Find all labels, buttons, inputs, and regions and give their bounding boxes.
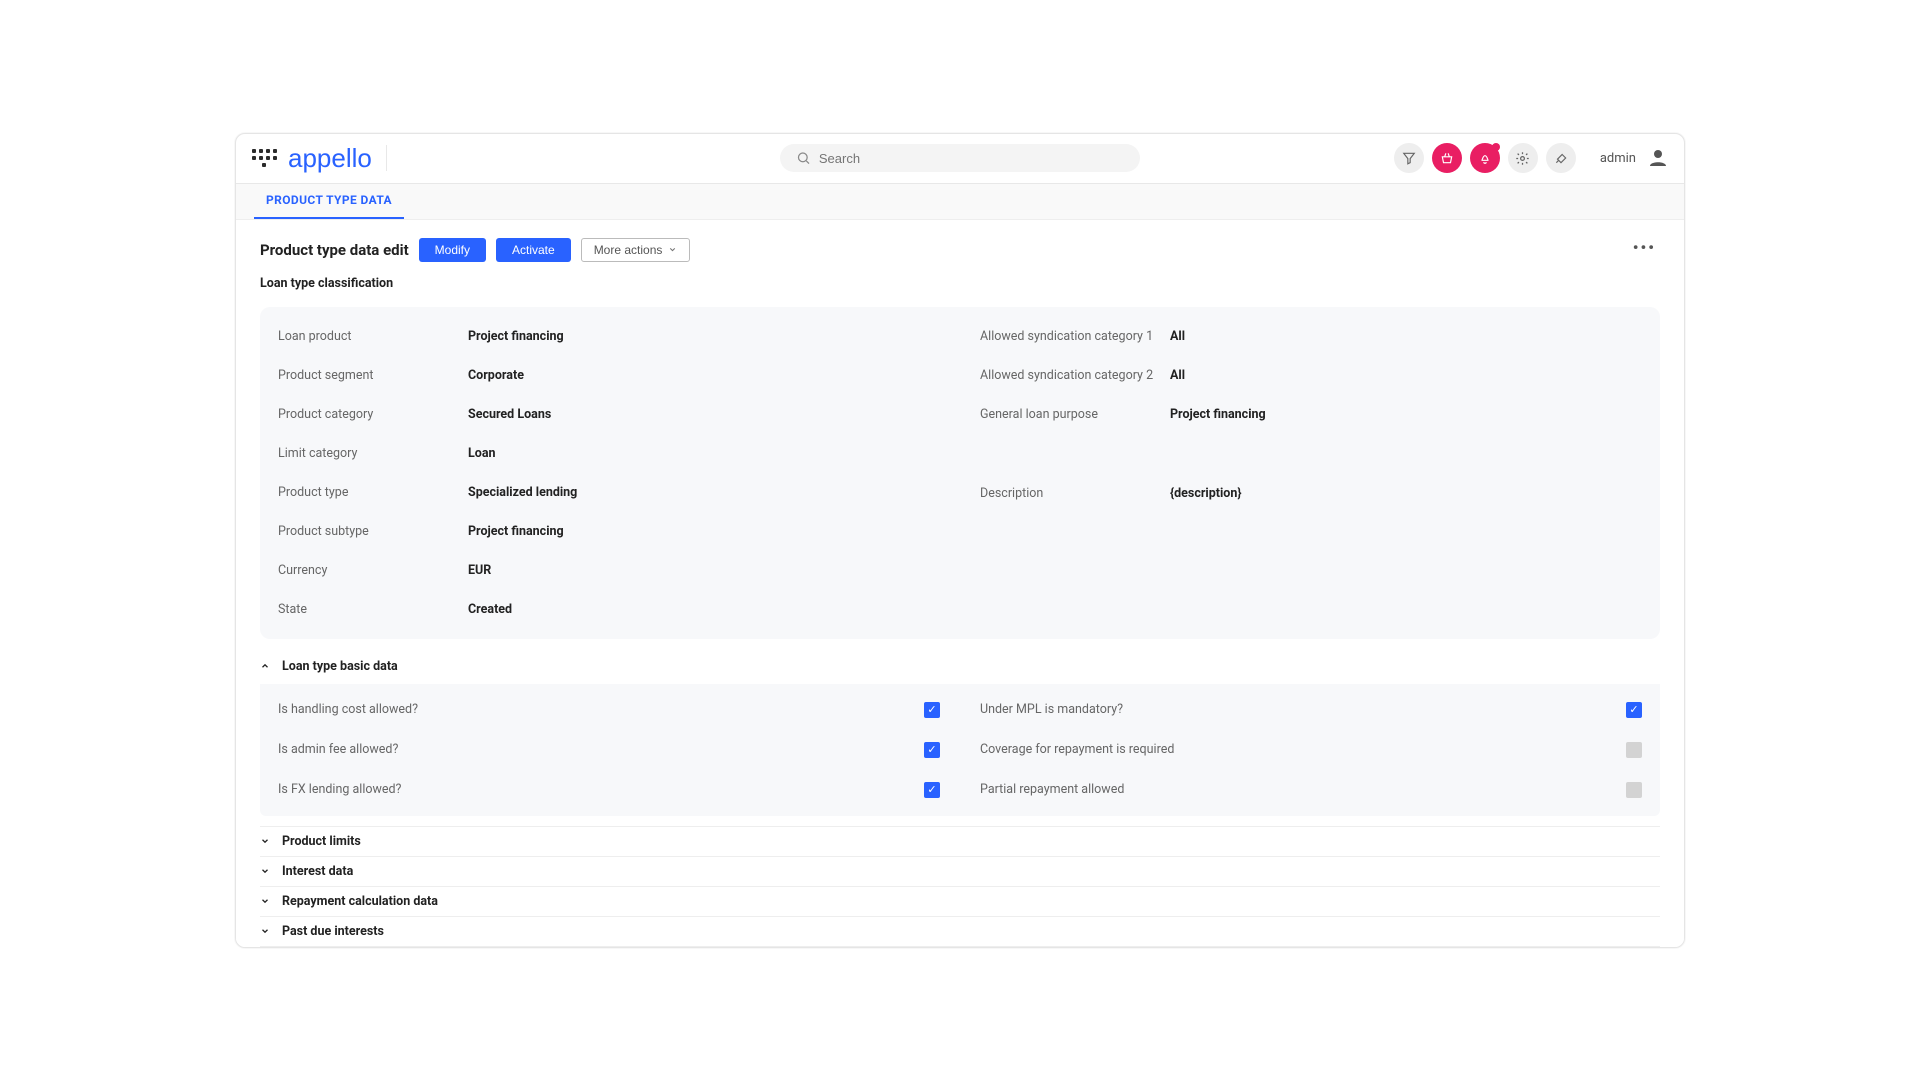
field-value: Specialized lending: [468, 485, 577, 500]
search-input[interactable]: [819, 151, 1124, 166]
tools-icon[interactable]: [1546, 143, 1576, 173]
field-row: StateCreated: [278, 602, 940, 617]
avatar-icon[interactable]: [1646, 146, 1670, 170]
field-label: Product category: [278, 407, 468, 422]
field-row: Product subtypeProject financing: [278, 524, 940, 539]
accordion-basic-data[interactable]: Loan type basic data: [260, 655, 1660, 678]
accordion-item[interactable]: Repayment calculation data: [260, 886, 1660, 916]
checkbox[interactable]: [1626, 742, 1642, 758]
chevron-down-icon: [260, 836, 272, 846]
accordion-basic-heading: Loan type basic data: [282, 659, 398, 674]
check-row: Coverage for repayment is required: [980, 742, 1642, 758]
field-value: Project financing: [468, 329, 564, 344]
accordion-item[interactable]: Interest data: [260, 856, 1660, 886]
field-value: Created: [468, 602, 512, 617]
field-label: Is handling cost allowed?: [278, 702, 924, 717]
activate-button[interactable]: Activate: [496, 238, 571, 262]
more-menu-icon[interactable]: •••: [1633, 238, 1656, 257]
accordion-item[interactable]: Past due interests: [260, 916, 1660, 946]
checkbox[interactable]: ✓: [1626, 702, 1642, 718]
more-actions-label: More actions: [594, 243, 663, 257]
field-label: Allowed syndication category 1: [980, 329, 1170, 344]
chevron-down-icon: [668, 245, 677, 254]
field-row: Product typeSpecialized lending: [278, 485, 940, 500]
field-row: Product categorySecured Loans: [278, 407, 940, 422]
field-value: All: [1170, 329, 1185, 344]
field-value: All: [1170, 368, 1185, 383]
field-label: Product segment: [278, 368, 468, 383]
accordion-label: Interest data: [282, 864, 353, 879]
field-label: State: [278, 602, 468, 617]
search-input-wrap[interactable]: [780, 144, 1140, 172]
field-label: Under MPL is mandatory?: [980, 702, 1626, 717]
check-row: Is FX lending allowed?✓: [278, 782, 940, 798]
field-label: Product type: [278, 485, 468, 500]
bell-icon[interactable]: [1470, 143, 1500, 173]
field-row: CurrencyEUR: [278, 563, 940, 578]
chevron-down-icon: [260, 866, 272, 876]
page-title: Product type data edit: [260, 241, 409, 259]
field-label: Product subtype: [278, 524, 468, 539]
basket-icon[interactable]: [1432, 143, 1462, 173]
accordion-item[interactable]: Product limits: [260, 826, 1660, 856]
field-label: Description: [980, 486, 1170, 501]
checkbox[interactable]: [1626, 782, 1642, 798]
field-value: EUR: [468, 563, 491, 578]
field-value: Project financing: [1170, 407, 1266, 422]
field-row: Allowed syndication category 2All: [980, 368, 1642, 383]
field-label: Limit category: [278, 446, 468, 461]
field-row: Allowed syndication category 1All: [980, 329, 1642, 344]
field-label: General loan purpose: [980, 407, 1170, 422]
field-row: Description{description}: [980, 486, 1642, 501]
accordion-label: Product limits: [282, 834, 361, 849]
field-label: Currency: [278, 563, 468, 578]
field-row: [980, 446, 1642, 462]
field-value: Secured Loans: [468, 407, 551, 422]
field-row: Limit categoryLoan: [278, 446, 940, 461]
apps-icon[interactable]: [250, 144, 278, 172]
chevron-down-icon: [260, 896, 272, 906]
gear-icon[interactable]: [1508, 143, 1538, 173]
notification-dot: [1492, 143, 1500, 151]
check-row: Is handling cost allowed?✓: [278, 702, 940, 718]
chevron-up-icon: [260, 661, 272, 671]
accordion-label: Past due interests: [282, 924, 384, 939]
field-label: Is FX lending allowed?: [278, 782, 924, 797]
section-classification-heading: Loan type classification: [260, 276, 1660, 291]
check-row: Under MPL is mandatory?✓: [980, 702, 1642, 718]
accordion-label: Repayment calculation data: [282, 894, 438, 909]
check-row: Is admin fee allowed?✓: [278, 742, 940, 758]
field-label: Loan product: [278, 329, 468, 344]
tab-product-type-data[interactable]: PRODUCT TYPE DATA: [254, 183, 404, 219]
checkbox[interactable]: ✓: [924, 742, 940, 758]
field-label: Partial repayment allowed: [980, 782, 1626, 797]
accordion-item[interactable]: Other data: [260, 946, 1660, 947]
filter-icon[interactable]: [1394, 143, 1424, 173]
search-icon: [796, 150, 811, 166]
user-name: admin: [1600, 151, 1636, 166]
field-row: General loan purposeProject financing: [980, 407, 1642, 422]
field-value: Project financing: [468, 524, 564, 539]
check-row: Partial repayment allowed: [980, 782, 1642, 798]
field-value: {description}: [1170, 486, 1241, 501]
logo[interactable]: appello: [288, 145, 387, 171]
more-actions-button[interactable]: More actions: [581, 238, 691, 262]
field-row: Product segmentCorporate: [278, 368, 940, 383]
modify-button[interactable]: Modify: [419, 238, 486, 262]
field-label: Allowed syndication category 2: [980, 368, 1170, 383]
field-label: Coverage for repayment is required: [980, 742, 1626, 757]
field-row: Loan productProject financing: [278, 329, 940, 344]
chevron-down-icon: [260, 926, 272, 936]
field-value: Loan: [468, 446, 496, 461]
field-label: Is admin fee allowed?: [278, 742, 924, 757]
checkbox[interactable]: ✓: [924, 702, 940, 718]
checkbox[interactable]: ✓: [924, 782, 940, 798]
field-value: Corporate: [468, 368, 524, 383]
